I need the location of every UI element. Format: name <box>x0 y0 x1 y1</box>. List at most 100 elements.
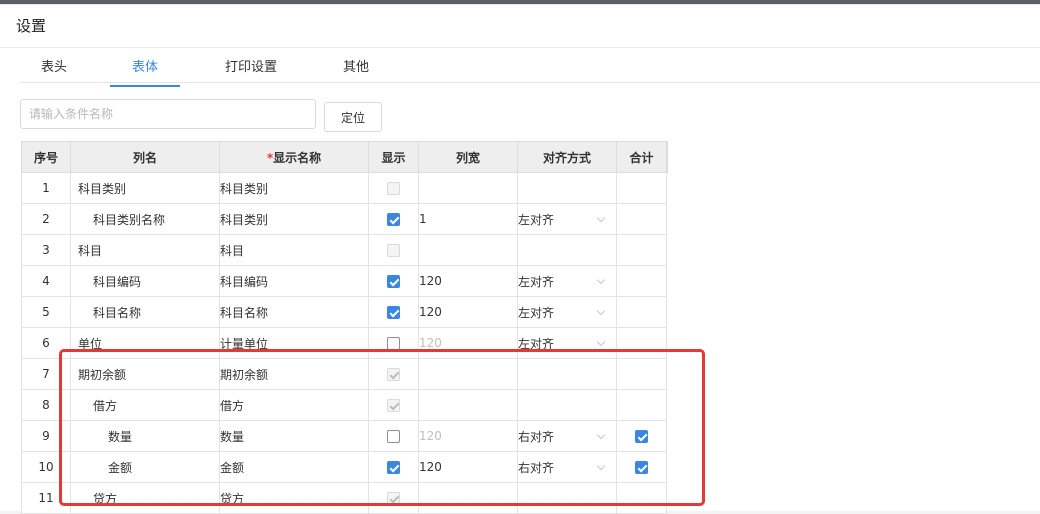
show-checkbox-icon[interactable] <box>387 213 400 226</box>
width-value: 120 <box>419 460 442 474</box>
show-checkbox-icon[interactable] <box>387 461 400 474</box>
align-select[interactable]: 右对齐 <box>518 459 606 476</box>
sum-checkbox-icon[interactable] <box>635 430 648 443</box>
cell-width <box>418 482 518 514</box>
cell-align: 左对齐 <box>517 296 617 328</box>
cell-display-name[interactable]: 金额 <box>219 451 369 483</box>
align-value: 右对齐 <box>518 460 555 475</box>
cell-show <box>368 327 419 359</box>
cell-display-name[interactable]: 借方 <box>219 389 369 421</box>
locate-button[interactable]: 定位 <box>324 102 382 132</box>
show-checkbox-icon[interactable] <box>387 337 400 350</box>
cell-no: 6 <box>21 327 71 359</box>
tab-print-settings[interactable]: 打印设置 <box>210 51 292 85</box>
table-row: 5 科目名称 科目名称 120 左对齐 <box>21 296 668 328</box>
cell-align: 右对齐 <box>517 420 617 452</box>
cell-no: 11 <box>21 482 71 514</box>
cell-align <box>517 482 617 514</box>
title-divider <box>0 47 1040 48</box>
align-select[interactable]: 左对齐 <box>518 273 606 290</box>
cell-display-name[interactable]: 科目类别 <box>219 172 369 204</box>
table-row: 2 科目类别名称 科目类别 1 左对齐 <box>21 203 668 235</box>
show-checkbox-icon <box>387 399 400 412</box>
align-value: 左对齐 <box>518 274 555 289</box>
cell-sum <box>616 420 667 452</box>
show-checkbox-icon[interactable] <box>387 275 400 288</box>
cell-width[interactable]: 120 <box>418 327 518 359</box>
cell-display-name[interactable]: 科目 <box>219 234 369 266</box>
sum-checkbox-icon[interactable] <box>635 461 648 474</box>
tab-other[interactable]: 其他 <box>320 51 392 85</box>
cell-display-name[interactable]: 贷方 <box>219 482 369 514</box>
cell-no: 5 <box>21 296 71 328</box>
cell-display-name[interactable]: 科目名称 <box>219 296 369 328</box>
cell-filler <box>667 328 668 359</box>
align-select[interactable]: 左对齐 <box>518 211 606 228</box>
cell-filler <box>667 173 668 204</box>
cell-width <box>418 172 518 204</box>
cell-filler <box>667 421 668 452</box>
tab-header[interactable]: 表头 <box>20 51 88 85</box>
align-value: 右对齐 <box>518 429 555 444</box>
cell-filler <box>667 297 668 328</box>
table-row: 7 期初余额 期初余额 <box>21 358 668 390</box>
chevron-down-icon <box>596 461 606 470</box>
cell-display-name[interactable]: 计量单位 <box>219 327 369 359</box>
table-row: 1 科目类别 科目类别 <box>21 172 668 204</box>
cell-width[interactable]: 120 <box>418 420 518 452</box>
header-col-name: 列名 <box>70 141 220 173</box>
cell-no: 1 <box>21 172 71 204</box>
table-row: 11 贷方 贷方 <box>21 482 668 514</box>
width-value: 120 <box>419 429 442 443</box>
cell-sum <box>616 327 667 359</box>
width-value: 120 <box>419 305 442 319</box>
align-value: 左对齐 <box>518 212 555 227</box>
table-header-row: 序号 列名 *显示名称 显示 列宽 对齐方式 合计 <box>21 141 668 173</box>
table-row: 9 数量 数量 120 右对齐 <box>21 420 668 452</box>
cell-width[interactable]: 120 <box>418 296 518 328</box>
cell-sum <box>616 234 667 266</box>
cell-align: 右对齐 <box>517 451 617 483</box>
show-checkbox-icon[interactable] <box>387 306 400 319</box>
chevron-down-icon <box>596 430 606 439</box>
header-display-name-label: 显示名称 <box>273 150 322 165</box>
cell-width[interactable]: 1 <box>418 203 518 235</box>
header-width: 列宽 <box>418 141 518 173</box>
chevron-down-icon <box>596 213 606 222</box>
header-align: 对齐方式 <box>517 141 617 173</box>
cell-sum <box>616 358 667 390</box>
show-checkbox-icon[interactable] <box>387 430 400 443</box>
cell-display-name[interactable]: 期初余额 <box>219 358 369 390</box>
cell-align <box>517 389 617 421</box>
width-value: 120 <box>419 274 442 288</box>
cell-align: 左对齐 <box>517 327 617 359</box>
cell-show <box>368 203 419 235</box>
align-select[interactable]: 左对齐 <box>518 304 606 321</box>
cell-filler <box>667 235 668 266</box>
align-select[interactable]: 左对齐 <box>518 335 606 352</box>
cell-no: 8 <box>21 389 71 421</box>
cell-show <box>368 482 419 514</box>
cell-width[interactable]: 120 <box>418 451 518 483</box>
cell-no: 4 <box>21 265 71 297</box>
cell-show <box>368 296 419 328</box>
cell-show <box>368 389 419 421</box>
cell-display-name[interactable]: 科目类别 <box>219 203 369 235</box>
cell-sum <box>616 389 667 421</box>
condition-search-input[interactable] <box>20 99 316 129</box>
cell-no: 10 <box>21 451 71 483</box>
cell-align: 左对齐 <box>517 265 617 297</box>
show-checkbox-icon <box>387 368 400 381</box>
cell-sum <box>616 482 667 514</box>
cell-no: 7 <box>21 358 71 390</box>
cell-col-name: 金额 <box>70 451 220 483</box>
cell-filler <box>667 266 668 297</box>
width-value: 1 <box>419 212 427 226</box>
cell-display-name[interactable]: 科目编码 <box>219 265 369 297</box>
align-select[interactable]: 右对齐 <box>518 428 606 445</box>
dialog-title: 设置 <box>16 17 47 35</box>
cell-display-name[interactable]: 数量 <box>219 420 369 452</box>
table-row: 6 单位 计量单位 120 左对齐 <box>21 327 668 359</box>
table-row: 10 金额 金额 120 右对齐 <box>21 451 668 483</box>
cell-width[interactable]: 120 <box>418 265 518 297</box>
